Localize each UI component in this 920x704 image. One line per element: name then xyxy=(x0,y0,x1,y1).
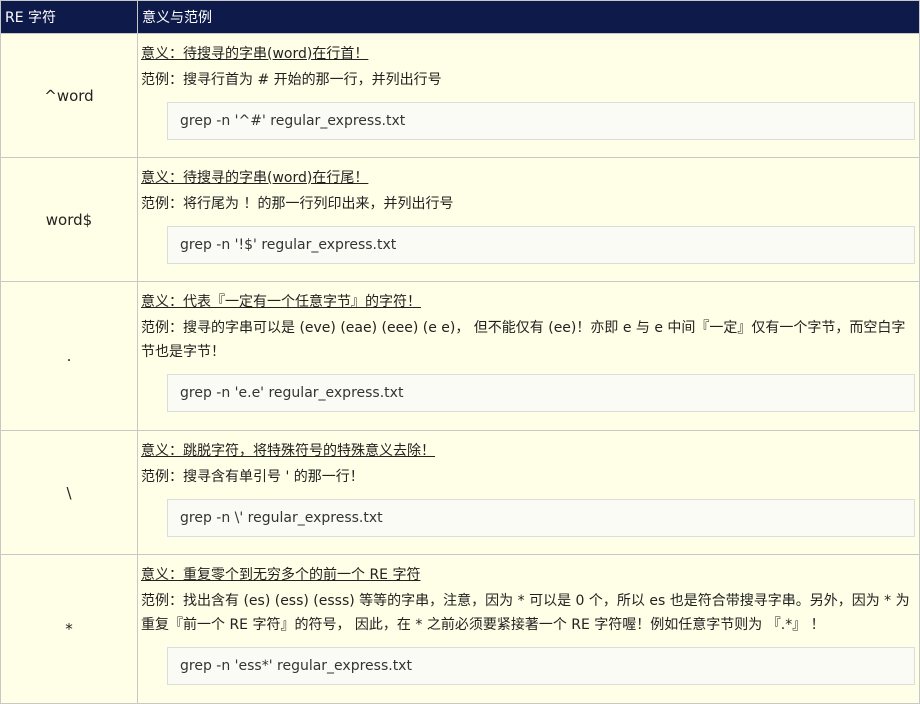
description-cell: 意义：重复零个到无穷多个的前一个 RE 字符 范例：找出含有 (es) (ess… xyxy=(137,554,920,704)
pattern-cell: . xyxy=(0,281,138,431)
description-cell: 意义：待搜寻的字串(word)在行首！ 范例：搜寻行首为 # 开始的那一行，并列… xyxy=(137,33,920,158)
table-row: word$ 意义：待搜寻的字串(word)在行尾！ 范例：将行尾为 ！的那一行列… xyxy=(0,157,920,282)
table-row: * 意义：重复零个到无穷多个的前一个 RE 字符 范例：找出含有 (es) (e… xyxy=(0,554,920,704)
description-cell: 意义：待搜寻的字串(word)在行尾！ 范例：将行尾为 ！的那一行列印出来，并列… xyxy=(137,157,920,282)
description-cell: 意义：代表『一定有一个任意字节』的字符！ 范例：搜寻的字串可以是 (eve) (… xyxy=(137,281,920,431)
example-text: 范例：搜寻含有单引号 ' 的那一行！ xyxy=(141,468,364,485)
example-text: 范例：搜寻行首为 # 开始的那一行，并列出行号 xyxy=(141,71,442,88)
meaning-text: 意义：重复零个到无穷多个的前一个 RE 字符 xyxy=(141,567,421,583)
table-row: ^word 意义：待搜寻的字串(word)在行首！ 范例：搜寻行首为 # 开始的… xyxy=(0,33,920,158)
pattern-cell: \ xyxy=(0,430,138,555)
pattern-cell: word$ xyxy=(0,157,138,282)
code-block: grep -n \' regular_express.txt xyxy=(167,498,915,537)
code-block: grep -n 'e.e' regular_express.txt xyxy=(167,374,915,412)
pattern-cell: ^word xyxy=(0,33,138,158)
code-block: grep -n '!$' regular_express.txt xyxy=(167,225,915,264)
regex-reference-table: RE 字符 意义与范例 ^word 意义：待搜寻的字串(word)在行首！ 范例… xyxy=(0,0,920,704)
example-text: 范例：搜寻的字串可以是 (eve) (eae) (eee) (e e)， 但不能… xyxy=(141,320,906,360)
header-pattern: RE 字符 xyxy=(0,0,138,34)
example-text: 范例：将行尾为 ！的那一行列印出来，并列出行号 xyxy=(141,195,454,212)
meaning-text: 意义：跳脱字符，将特殊符号的特殊意义去除！ xyxy=(141,442,435,459)
description-cell: 意义：跳脱字符，将特殊符号的特殊意义去除！ 范例：搜寻含有单引号 ' 的那一行！… xyxy=(137,430,920,555)
table-row: . 意义：代表『一定有一个任意字节』的字符！ 范例：搜寻的字串可以是 (eve)… xyxy=(0,281,920,431)
example-text: 范例：找出含有 (es) (ess) (esss) 等等的字串，注意，因为 * … xyxy=(141,593,910,633)
meaning-text: 意义：待搜寻的字串(word)在行尾！ xyxy=(141,169,369,186)
meaning-text: 意义：待搜寻的字串(word)在行首！ xyxy=(141,45,369,62)
table-header-row: RE 字符 意义与范例 xyxy=(0,0,920,34)
pattern-cell: * xyxy=(0,554,138,704)
code-block: grep -n 'ess*' regular_express.txt xyxy=(167,647,915,685)
table-row: \ 意义：跳脱字符，将特殊符号的特殊意义去除！ 范例：搜寻含有单引号 ' 的那一… xyxy=(0,430,920,555)
header-meaning: 意义与范例 xyxy=(137,0,920,34)
meaning-text: 意义：代表『一定有一个任意字节』的字符！ xyxy=(141,294,421,310)
code-block: grep -n '^#' regular_express.txt xyxy=(167,101,915,140)
